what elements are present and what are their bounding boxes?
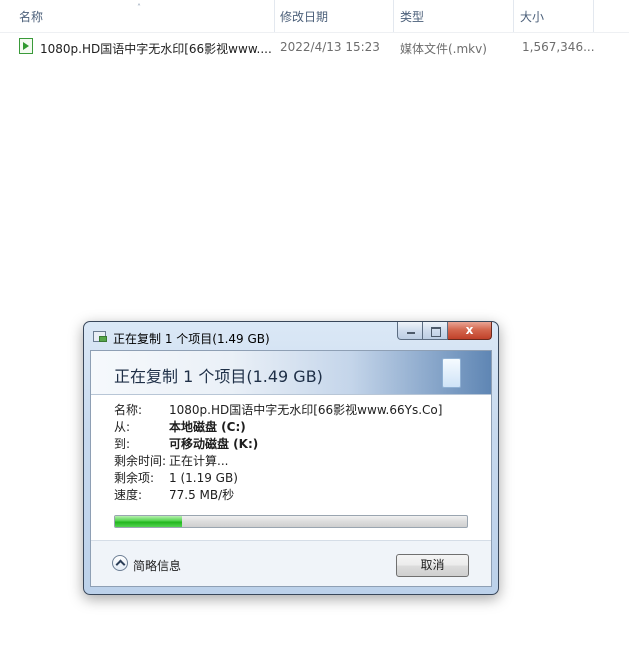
column-header-name[interactable]: 名称 — [13, 0, 275, 32]
file-row[interactable]: 1080p.HD国语中字无水印[66影视www.... 2022/4/13 15… — [0, 36, 629, 58]
video-file-icon — [19, 38, 33, 54]
window-controls: x — [397, 322, 492, 341]
detail-label: 剩余项: — [114, 471, 155, 485]
detail-name: 名称: 1080p.HD国语中字无水印[66影视www.66Ys.Co] — [114, 402, 474, 419]
dialog-titlebar[interactable]: 正在复制 1 个项目(1.49 GB) x — [84, 322, 498, 350]
minimize-icon — [407, 332, 415, 334]
detail-label: 剩余时间: — [114, 454, 167, 468]
file-date: 2022/4/13 15:23 — [280, 40, 380, 54]
detail-value: 1 (1.19 GB) — [169, 471, 238, 485]
file-name: 1080p.HD国语中字无水印[66影视www.... — [40, 42, 272, 56]
file-type: 媒体文件(.mkv) — [400, 42, 487, 56]
detail-value: 1080p.HD国语中字无水印[66影视www.66Ys.Co] — [169, 403, 443, 417]
copy-dialog: 正在复制 1 个项目(1.49 GB) x 正在复制 1 个项目(1.49 GB… — [83, 321, 499, 595]
less-details-label: 简略信息 — [133, 559, 182, 573]
column-header-date[interactable]: 修改日期 — [274, 0, 394, 32]
column-header-size[interactable]: 大小 — [514, 0, 594, 32]
detail-time-remaining: 剩余时间: 正在计算... — [114, 453, 474, 470]
source-drive-link[interactable]: 本地磁盘 (C:) — [169, 419, 246, 436]
dialog-title: 正在复制 1 个项目(1.49 GB) — [113, 332, 270, 346]
detail-label: 到: — [114, 437, 131, 451]
copy-details: 名称: 1080p.HD国语中字无水印[66影视www.66Ys.Co] 从: … — [114, 402, 474, 504]
column-header-row: ˄ 名称 修改日期 类型 大小 — [0, 0, 629, 33]
detail-value: 正在计算... — [169, 454, 229, 468]
close-button[interactable]: x — [448, 322, 492, 340]
close-icon: x — [465, 323, 474, 337]
detail-to: 到: 可移动磁盘 (K:) — [114, 436, 474, 453]
detail-label: 从: — [114, 420, 131, 434]
copy-icon — [93, 331, 107, 342]
detail-label: 速度: — [114, 488, 143, 502]
minimize-button[interactable] — [397, 322, 423, 340]
maximize-icon — [431, 327, 441, 337]
dialog-banner: 正在复制 1 个项目(1.49 GB) — [91, 351, 491, 395]
dialog-client-area: 正在复制 1 个项目(1.49 GB) 名称: 1080p.HD国语中字无水印[… — [90, 350, 492, 587]
dialog-footer: 简略信息 取消 — [91, 540, 491, 586]
banner-title: 正在复制 1 个项目(1.49 GB) — [114, 367, 323, 386]
column-header-type[interactable]: 类型 — [394, 0, 514, 32]
document-graphic-icon — [442, 358, 461, 388]
destination-drive-link[interactable]: 可移动磁盘 (K:) — [169, 436, 258, 453]
detail-value: 77.5 MB/秒 — [169, 488, 235, 502]
detail-items-remaining: 剩余项: 1 (1.19 GB) — [114, 470, 474, 487]
file-size: 1,567,346... — [522, 40, 595, 54]
maximize-button[interactable] — [423, 322, 448, 340]
detail-from: 从: 本地磁盘 (C:) — [114, 419, 474, 436]
detail-speed: 速度: 77.5 MB/秒 — [114, 487, 474, 504]
progress-fill — [115, 516, 182, 527]
copy-progress-bar — [114, 515, 468, 528]
detail-label: 名称: — [114, 403, 143, 417]
cancel-button[interactable]: 取消 — [396, 554, 469, 577]
chevron-up-icon — [112, 555, 128, 571]
